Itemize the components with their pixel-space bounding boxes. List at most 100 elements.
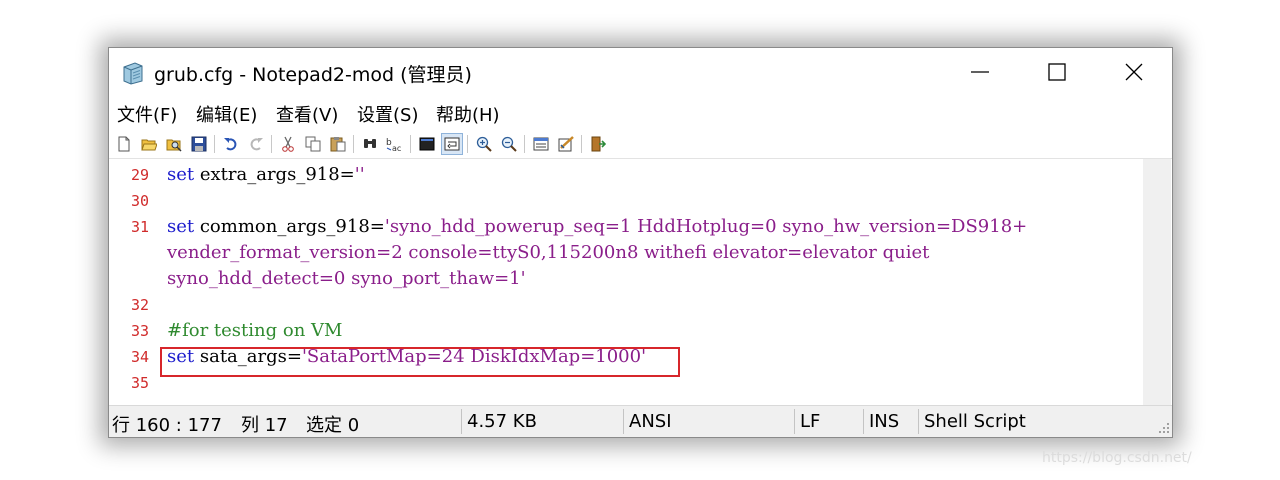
open-folder-icon	[141, 139, 157, 151]
code-text: extra_args_918=	[194, 164, 355, 185]
cut-icon	[282, 136, 294, 152]
menu-settings[interactable]: 设置(S)	[357, 101, 418, 127]
status-separator	[623, 409, 624, 434]
paste-icon	[330, 137, 346, 152]
code-line: vender_format_version=2 console=ttyS0,11…	[167, 240, 929, 266]
browse-icon	[166, 139, 182, 152]
toolbar-separator	[581, 135, 582, 153]
status-separator	[863, 409, 864, 434]
status-insert-mode: INS	[869, 411, 900, 432]
window-title: grub.cfg - Notepad2-mod (管理员)	[154, 64, 472, 86]
code-string: syno_hdd_detect=0 syno_port_thaw=1'	[167, 268, 526, 289]
svg-text:ac: ac	[392, 144, 401, 152]
code-line: #for testing on VM	[167, 318, 342, 344]
customize-scheme-button[interactable]	[556, 134, 576, 154]
line-number: 33	[130, 322, 149, 340]
highlight-annotation-box	[160, 347, 680, 377]
toolbar-separator	[410, 135, 411, 153]
code-text: common_args_918=	[194, 216, 385, 237]
toolbar-separator	[214, 135, 215, 153]
notepad-app-icon	[121, 61, 145, 85]
status-selection: 选定 0	[306, 415, 360, 436]
code-string: ''	[354, 164, 365, 185]
status-scheme[interactable]: Shell Script	[924, 411, 1026, 432]
toolbar-separator	[271, 135, 272, 153]
maximize-button[interactable]	[1022, 48, 1092, 96]
zoom-out-icon	[501, 136, 517, 152]
select-scheme-icon	[533, 137, 549, 151]
zoom-out-button[interactable]	[499, 134, 519, 154]
status-line-ending[interactable]: LF	[800, 411, 820, 432]
menu-view[interactable]: 查看(V)	[276, 101, 338, 127]
customize-scheme-icon	[558, 136, 574, 152]
minimize-button[interactable]	[945, 48, 1015, 96]
toolbar: b ac	[109, 130, 1172, 159]
line-number-gutter: 29 30 31 32 33 34 35	[109, 159, 155, 405]
code-line: syno_hdd_detect=0 syno_port_thaw=1'	[167, 266, 526, 292]
status-separator	[794, 409, 795, 434]
close-button[interactable]	[1099, 48, 1169, 96]
line-number: 30	[130, 192, 149, 210]
new-file-button[interactable]	[114, 134, 134, 154]
toolbar-separator	[353, 135, 354, 153]
exit-icon	[591, 136, 606, 152]
word-wrap-button[interactable]	[417, 134, 437, 154]
status-bar: 行 160 : 177 列 17 选定 0 4.57 KB ANSI LF IN…	[109, 405, 1172, 437]
line-number: 35	[130, 374, 149, 392]
line-number: 29	[130, 166, 149, 184]
code-line: set common_args_918='syno_hdd_powerup_se…	[167, 214, 1027, 240]
code-string: vender_format_version=2 console=ttyS0,11…	[167, 242, 930, 263]
exit-button[interactable]	[588, 134, 608, 154]
copy-button[interactable]	[303, 134, 323, 154]
save-icon	[191, 136, 207, 152]
find-icon	[364, 139, 376, 148]
cut-button[interactable]	[278, 134, 298, 154]
title-bar[interactable]: grub.cfg - Notepad2-mod (管理员)	[109, 48, 1172, 96]
close-icon	[1125, 63, 1143, 81]
select-scheme-button[interactable]	[531, 134, 551, 154]
replace-button[interactable]: b ac	[385, 134, 405, 154]
code-string: 'syno_hdd_powerup_seq=1 HddHotplug=0 syn…	[384, 216, 1028, 237]
save-button[interactable]	[189, 134, 209, 154]
menu-edit[interactable]: 编辑(E)	[196, 101, 257, 127]
replace-icon: bac	[386, 138, 401, 152]
menu-bar: 文件(F) 编辑(E) 查看(V) 设置(S) 帮助(H)	[109, 98, 1172, 128]
code-comment: #for testing on VM	[167, 320, 343, 341]
word-wrap-icon	[419, 137, 435, 151]
status-separator	[918, 409, 919, 434]
menu-file[interactable]: 文件(F)	[117, 101, 177, 127]
toggle-view-icon	[444, 137, 460, 151]
undo-button[interactable]	[221, 134, 241, 154]
maximize-icon	[1048, 63, 1066, 81]
redo-button[interactable]	[246, 134, 266, 154]
find-button[interactable]	[360, 134, 380, 154]
watermark: https://blog.csdn.net/	[1042, 450, 1192, 466]
status-encoding[interactable]: ANSI	[629, 411, 672, 432]
vertical-scrollbar[interactable]	[1143, 159, 1171, 405]
toolbar-separator	[467, 135, 468, 153]
zoom-in-button[interactable]	[474, 134, 494, 154]
notepad-window: grub.cfg - Notepad2-mod (管理员) 文件(F) 编辑(E…	[108, 47, 1173, 438]
redo-icon	[250, 138, 263, 151]
toggle-view-button[interactable]	[441, 133, 463, 155]
toolbar-separator	[524, 135, 525, 153]
undo-icon	[224, 138, 237, 151]
open-button[interactable]	[139, 134, 159, 154]
minimize-icon	[971, 71, 989, 73]
status-separator	[461, 409, 462, 434]
browse-button[interactable]	[164, 134, 184, 154]
line-number: 31	[130, 218, 149, 236]
menu-help[interactable]: 帮助(H)	[436, 101, 500, 127]
copy-icon	[305, 136, 321, 152]
status-file-size: 4.57 KB	[467, 411, 537, 432]
new-file-icon	[118, 136, 130, 152]
line-number: 34	[130, 348, 149, 366]
paste-button[interactable]	[328, 134, 348, 154]
zoom-in-icon	[476, 136, 492, 152]
status-position: 行 160 : 177	[112, 415, 222, 436]
resize-grip-icon[interactable]	[1156, 420, 1170, 434]
code-keyword: set	[167, 164, 195, 185]
code-line: set extra_args_918=''	[167, 162, 365, 188]
line-number: 32	[130, 296, 149, 314]
status-column: 列 17	[241, 415, 288, 436]
